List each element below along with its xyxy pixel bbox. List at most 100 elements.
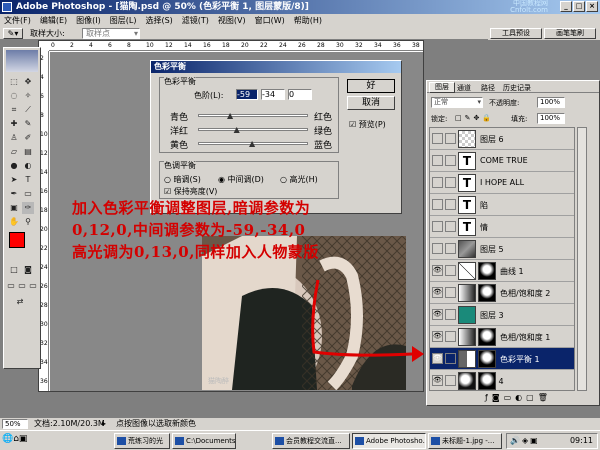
blend-mode-select[interactable]: 正常 ▾ [431,97,483,108]
eyedropper-preset-icon[interactable]: ✎▾ [3,28,23,39]
tab-channels[interactable]: 通道 [457,83,471,93]
layer-mask-thumbnail[interactable] [478,350,496,368]
layer-row[interactable]: T陷 [430,194,574,216]
visibility-eye-icon[interactable] [432,221,443,232]
healing-brush-tool-icon[interactable]: ✚ [8,118,20,130]
quick-launch-icons[interactable]: 🌐⌂▣ [2,434,27,444]
gradient-tool-icon[interactable]: ▤ [22,146,34,158]
menu-filter[interactable]: 滤镜(T) [182,14,209,27]
layer-row[interactable]: 图层 5 [430,238,574,260]
layer-mask-thumbnail[interactable] [478,284,496,302]
minimize-button[interactable]: _ [560,1,572,12]
brush-tool-icon[interactable]: ✎ [22,118,34,130]
screen-mode-full-icon[interactable]: ▭ [28,280,38,292]
clone-stamp-tool-icon[interactable]: ♙ [8,132,20,144]
layer-row[interactable]: 👁 曲线 1 [430,260,574,282]
highlights-radio[interactable]: ○ 高光(H) [280,174,318,185]
layer-row[interactable]: 图层 6 [430,128,574,150]
taskbar-item-3[interactable]: Adobe Photosho... [352,433,426,449]
jump-to-imageready-icon[interactable]: ⇄ [14,296,26,308]
visibility-eye-icon[interactable] [432,155,443,166]
zoom-tool-icon[interactable]: ⚲ [22,216,34,228]
menu-select[interactable]: 选择(S) [145,14,172,27]
midtones-radio[interactable]: ◉ 中间调(D) [218,174,264,185]
menu-file[interactable]: 文件(F) [4,14,31,27]
close-button[interactable]: × [586,1,598,12]
visibility-eye-icon[interactable]: 👁 [432,287,443,298]
preserve-luminosity-checkbox[interactable]: ☑ 保持亮度(V) [164,186,217,197]
opacity-input[interactable]: 100% [537,97,565,108]
menu-layer[interactable]: 图层(L) [110,14,137,27]
tool-presets-tab[interactable]: 工具预设 [490,28,542,39]
new-layer-icon[interactable]: ▢ [526,393,538,402]
cyan-red-slider-thumb[interactable]: ▲ [227,111,233,120]
layer-mask-thumbnail[interactable] [478,372,496,390]
blur-tool-icon[interactable]: ● [8,160,20,172]
layer-mask-thumbnail[interactable] [478,328,496,346]
pen-tool-icon[interactable]: ✒ [8,188,20,200]
visibility-eye-icon[interactable]: 👁 [432,309,443,320]
level-magenta-green-input[interactable]: -34 [261,89,285,100]
menu-image[interactable]: 图像(I) [76,14,101,27]
add-mask-icon[interactable]: ◙ [492,393,504,402]
level-cyan-red-input[interactable]: -59 [236,89,258,100]
foreground-color-swatch[interactable] [9,232,25,248]
layer-link-icon[interactable] [445,133,456,144]
layers-scrollbar[interactable] [577,127,587,391]
status-arrow-icon[interactable]: ▸ [102,418,106,430]
visibility-eye-icon[interactable]: 👁 [432,331,443,342]
layer-row[interactable]: 👁 图层 3 [430,304,574,326]
fill-input[interactable]: 100% [537,113,565,124]
visibility-eye-icon[interactable]: 👁 [432,375,443,386]
cyan-red-slider-track[interactable] [198,114,308,117]
maximize-button[interactable]: □ [573,1,585,12]
layer-link-icon[interactable] [445,221,456,232]
visibility-eye-icon[interactable] [432,177,443,188]
tab-layers[interactable]: 图层 [429,82,455,93]
visibility-eye-icon[interactable]: 👁 [432,353,443,364]
history-brush-tool-icon[interactable]: ✐ [22,132,34,144]
lasso-tool-icon[interactable]: ◌ [8,90,20,102]
path-select-tool-icon[interactable]: ➤ [8,174,20,186]
marquee-tool-icon[interactable]: ⬚ [8,76,20,88]
menu-window[interactable]: 窗口(W) [255,14,285,27]
crop-tool-icon[interactable]: ⌗ [8,104,20,116]
notes-tool-icon[interactable]: ▣ [8,202,20,214]
brushes-tab[interactable]: 画笔笔刷 [544,28,596,39]
layer-link-icon[interactable] [445,265,456,276]
tab-paths[interactable]: 路径 [481,83,495,93]
dodge-tool-icon[interactable]: ◐ [22,160,34,172]
menu-edit[interactable]: 编辑(E) [40,14,67,27]
magenta-green-slider-track[interactable] [198,128,308,131]
layer-link-icon[interactable] [445,177,456,188]
hand-tool-icon[interactable]: ✋ [8,216,20,228]
menu-help[interactable]: 帮助(H) [294,14,322,27]
layer-row[interactable]: 👁图层 4 [430,370,574,390]
layer-style-icon[interactable]: ƒ [485,393,492,402]
visibility-eye-icon[interactable] [432,133,443,144]
screen-mode-standard-icon[interactable]: ▭ [6,280,16,292]
layer-row[interactable]: 👁 色相/饱和度 2 [430,282,574,304]
layer-row[interactable]: T COME TRUE [430,150,574,172]
visibility-eye-icon[interactable] [432,243,443,254]
yellow-blue-slider-thumb[interactable]: ▲ [249,139,255,148]
layer-link-icon[interactable] [445,199,456,210]
type-tool-icon[interactable]: T [22,174,34,186]
taskbar-item-4[interactable]: 未标题-1.jpg -... [428,433,502,449]
lock-icons[interactable]: □✎✥🔒 [455,114,494,122]
sample-size-select[interactable]: 取样点 ▾ [82,28,140,39]
layer-mask-thumbnail[interactable] [478,262,496,280]
tray-icons[interactable]: 🔊◈▣ [507,436,540,445]
layer-link-icon[interactable] [445,287,456,298]
new-adjustment-icon[interactable]: ◐ [515,393,526,402]
level-yellow-blue-input[interactable]: 0 [288,89,312,100]
eyedropper-tool-icon[interactable]: ✑ [22,202,34,214]
layer-row[interactable]: T I HOPE ALL [430,172,574,194]
layer-link-icon[interactable] [445,353,456,364]
quick-mask-icon[interactable]: ◙ [22,264,34,276]
visibility-eye-icon[interactable]: 👁 [432,265,443,276]
shadows-radio[interactable]: ○ 暗调(S) [164,174,201,185]
magenta-green-slider-thumb[interactable]: ▲ [234,125,240,134]
layer-row[interactable]: 👁 色彩平衡 1 [430,348,574,370]
ok-button[interactable]: 好 [347,79,395,93]
